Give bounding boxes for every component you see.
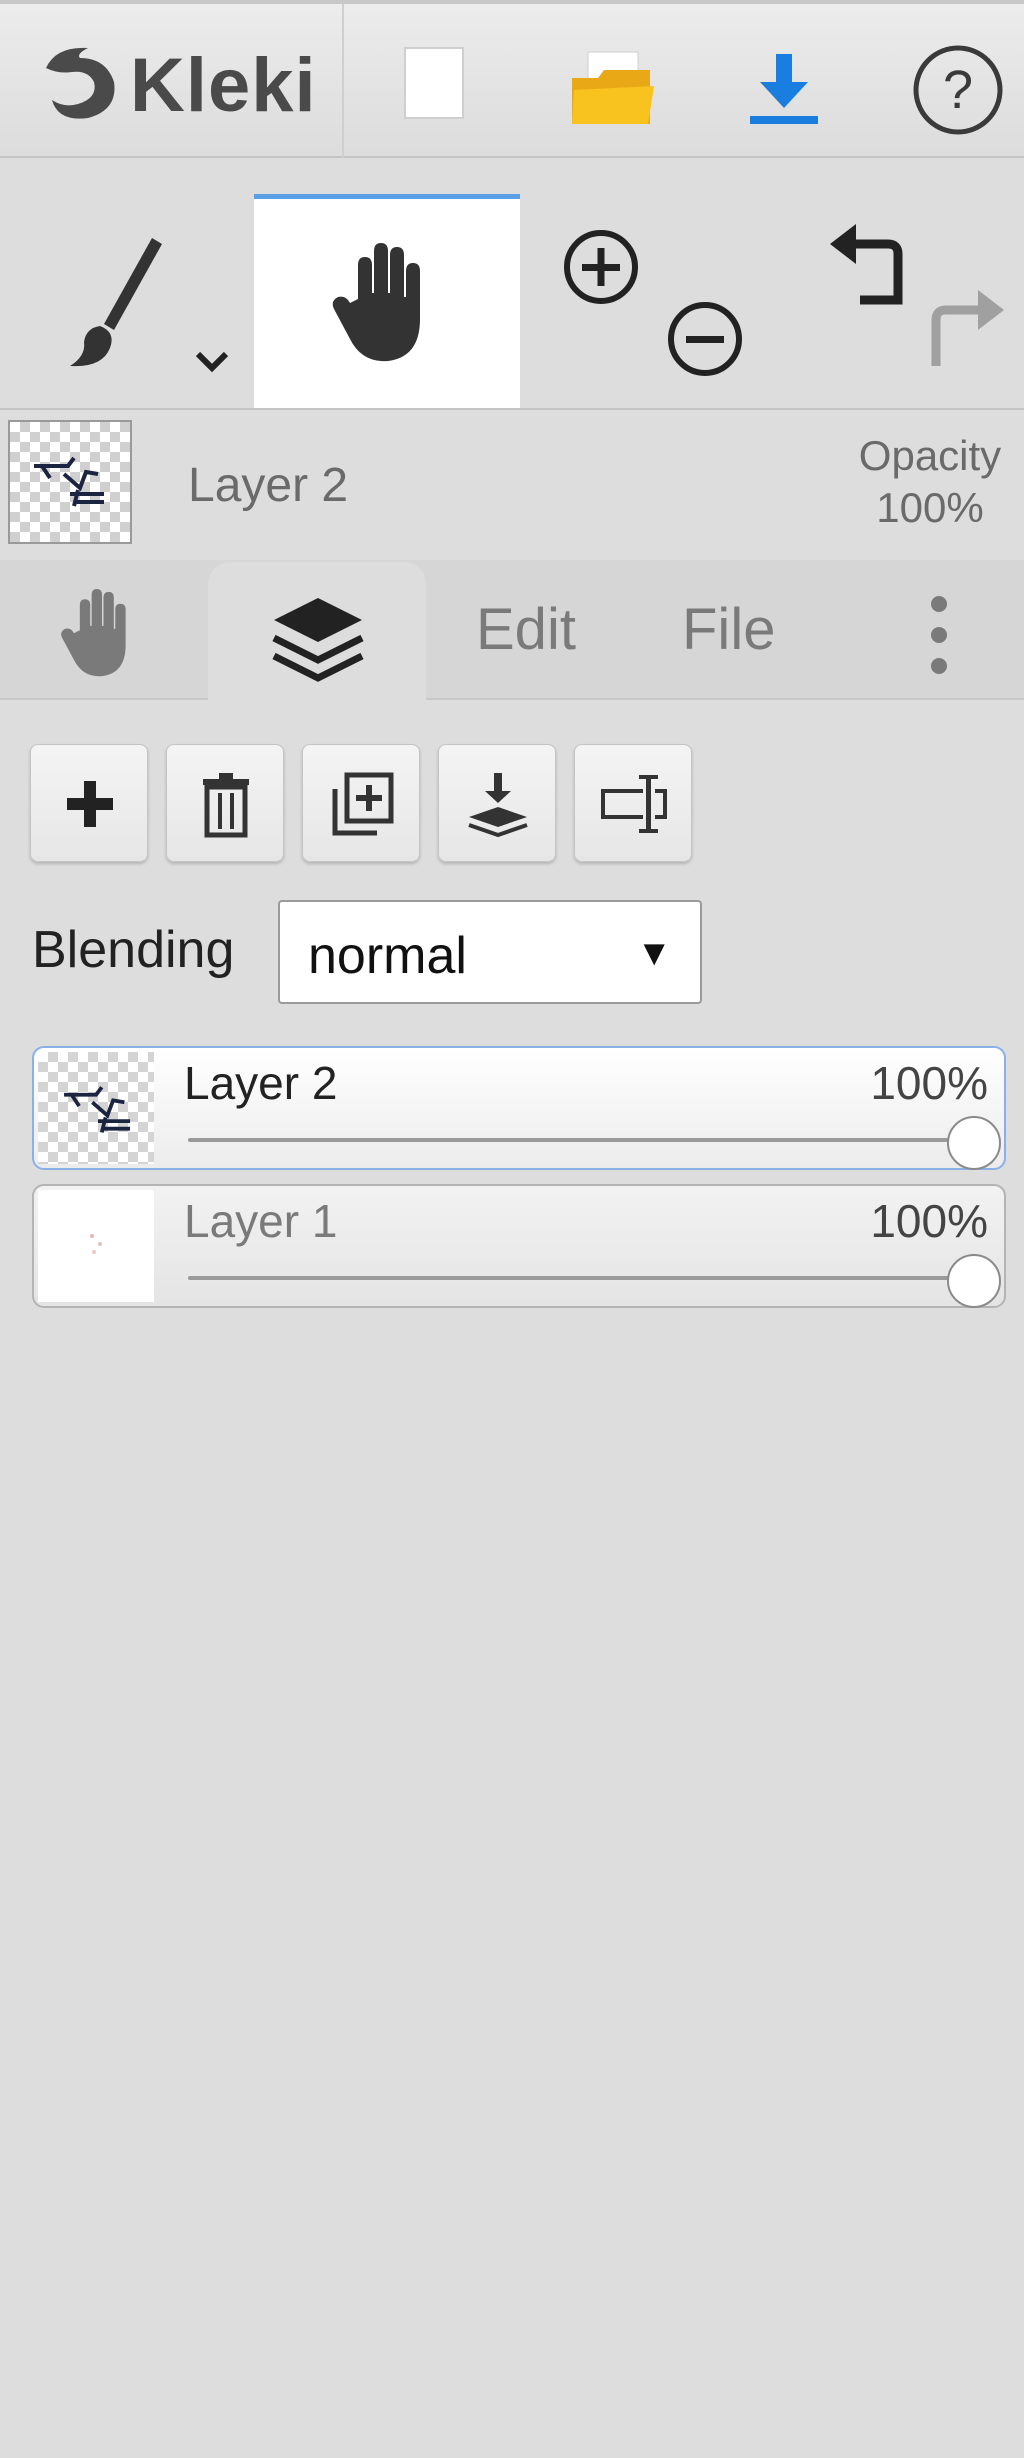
hand-tool-button[interactable] [254, 194, 520, 408]
layer-row-layer-2[interactable]: Layer 2 100% [32, 1046, 1006, 1170]
layer-opacity-slider[interactable] [188, 1276, 988, 1280]
top-toolbar: Kleki ? [0, 0, 1024, 158]
download-icon[interactable] [744, 50, 824, 130]
layer-name: Layer 1 [184, 1195, 338, 1247]
zoom-in-icon[interactable] [560, 226, 642, 308]
brush-icon[interactable] [56, 230, 176, 380]
current-layer-thumbnail[interactable] [8, 420, 132, 544]
current-layer-name: Layer 2 [188, 459, 349, 512]
current-layer-opacity[interactable]: Opacity 100% [840, 430, 1020, 534]
rename-layer-button[interactable] [574, 744, 692, 862]
delete-layer-icon [203, 773, 249, 838]
layer-opacity-slider-handle[interactable] [947, 1254, 1001, 1308]
layer-content-preview [64, 1086, 131, 1133]
new-document-icon[interactable] [400, 44, 470, 124]
more-vertical-icon[interactable] [924, 592, 954, 678]
layers-icon [272, 598, 364, 682]
help-icon[interactable]: ? [910, 42, 1006, 138]
duplicate-layer-button[interactable] [302, 744, 420, 862]
layer-thumbnail [38, 1190, 154, 1302]
zoom-out-icon[interactable] [664, 298, 746, 380]
duplicate-layer-icon [332, 772, 394, 836]
layer-content-preview [34, 456, 104, 507]
kleki-logo-icon [46, 47, 115, 119]
layer-name: Layer 2 [184, 1057, 338, 1109]
dropdown-arrow-icon: ▼ [636, 932, 672, 973]
tab-edit[interactable]: Edit [476, 596, 576, 663]
layer-opacity-value: 100% [870, 1057, 988, 1109]
layer-opacity-value: 100% [870, 1195, 988, 1247]
layer-thumbnail [38, 1052, 154, 1164]
tab-layers[interactable] [208, 562, 426, 702]
redo-icon[interactable] [928, 288, 1008, 378]
merge-down-button[interactable] [438, 744, 556, 862]
chevron-down-icon[interactable] [192, 346, 232, 376]
logo-text: Kleki [130, 43, 317, 128]
layer-opacity-slider-handle[interactable] [947, 1116, 1001, 1170]
add-layer-button[interactable] [30, 744, 148, 862]
rename-layer-icon [601, 775, 667, 833]
add-layer-icon [67, 781, 113, 827]
merge-down-icon [468, 773, 528, 838]
delete-layer-button[interactable] [166, 744, 284, 862]
open-folder-icon[interactable] [568, 48, 658, 128]
hand-icon [332, 243, 420, 362]
layer-opacity-slider[interactable] [188, 1138, 988, 1142]
help-glyph: ? [943, 60, 973, 120]
layer-content-preview [90, 1234, 102, 1254]
blending-value: normal [308, 927, 467, 985]
opacity-value: 100% [876, 484, 984, 531]
blending-select[interactable]: normal ▼ [278, 900, 702, 1004]
undo-icon[interactable] [826, 222, 906, 312]
blending-label: Blending [32, 921, 235, 979]
tab-hand-icon[interactable] [54, 586, 150, 682]
tab-file[interactable]: File [682, 596, 775, 663]
layer-row-layer-1[interactable]: Layer 1 100% [32, 1184, 1006, 1308]
logo: Kleki [0, 4, 344, 158]
opacity-label: Opacity [858, 432, 1002, 479]
